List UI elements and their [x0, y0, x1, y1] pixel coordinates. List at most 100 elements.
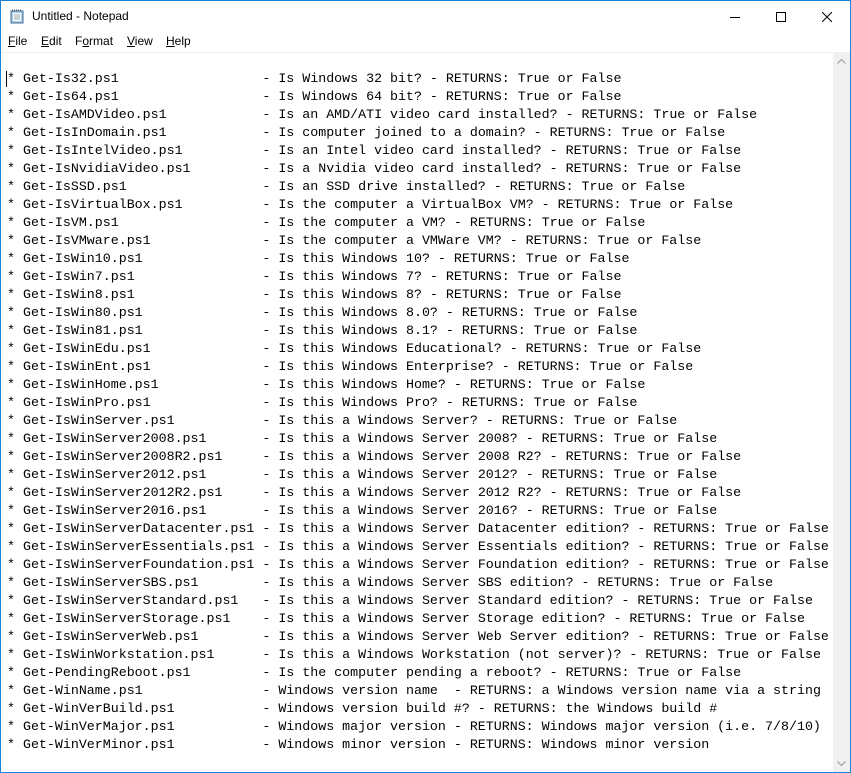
script-description: Is this a Windows Server 2008 R2? - RETU…: [278, 449, 742, 464]
line-bullet: *: [7, 719, 23, 734]
text-editor[interactable]: * Get-Is32.ps1 - Is Windows 32 bit? - RE…: [1, 53, 833, 772]
script-name: Get-IsWin7.ps1: [22, 269, 135, 284]
script-description: Is this a Windows Server 2016? - RETURNS…: [278, 503, 718, 518]
line-bullet: *: [7, 71, 23, 86]
menu-help[interactable]: Help: [166, 34, 191, 48]
text-line: * Get-IsIntelVideo.ps1 - Is an Intel vid…: [7, 142, 741, 160]
title-bar[interactable]: Untitled - Notepad: [1, 1, 850, 32]
text-line: * Get-IsWinServer2012.ps1 - Is this a Wi…: [7, 466, 717, 484]
script-description: Is this a Windows Server SBS edition? - …: [278, 575, 774, 590]
line-bullet: *: [7, 539, 23, 554]
script-description: Is this Windows Educational? - RETURNS: …: [278, 341, 702, 356]
script-name: Get-IsVirtualBox.ps1: [22, 197, 183, 212]
line-bullet: *: [7, 575, 23, 590]
line-bullet: *: [7, 593, 23, 608]
line-bullet: *: [7, 647, 23, 662]
column-padding: -: [142, 323, 279, 338]
script-description: Is an SSD drive installed? - RETURNS: Tr…: [278, 179, 686, 194]
text-line: * Get-IsVMware.ps1 - Is the computer a V…: [7, 232, 701, 250]
text-line: * Get-Is32.ps1 - Is Windows 32 bit? - RE…: [7, 70, 621, 88]
minimize-icon: [730, 16, 740, 18]
column-padding: -: [182, 143, 279, 158]
column-padding: -: [222, 485, 279, 500]
close-button[interactable]: [804, 1, 850, 32]
line-bullet: *: [7, 467, 23, 482]
scroll-down-button[interactable]: [833, 755, 850, 772]
script-name: Get-IsWin10.ps1: [22, 251, 143, 266]
column-padding: -: [150, 395, 279, 410]
line-bullet: *: [7, 233, 23, 248]
text-line: * Get-IsWinWorkstation.ps1 - Is this a W…: [7, 646, 821, 664]
script-description: Is Windows 32 bit? - RETURNS: True or Fa…: [278, 71, 622, 86]
column-padding: -: [198, 629, 279, 644]
script-description: Is an AMD/ATI video card installed? - RE…: [278, 107, 758, 122]
menu-view[interactable]: View: [127, 34, 153, 48]
script-name: Get-IsWinWorkstation.ps1: [22, 647, 215, 662]
menu-file[interactable]: File: [8, 34, 27, 48]
line-bullet: *: [7, 287, 23, 302]
maximize-button[interactable]: [758, 1, 804, 32]
column-padding: -: [206, 431, 279, 446]
script-name: Get-IsWin8.ps1: [22, 287, 135, 302]
column-padding: -: [190, 161, 279, 176]
script-description: Is the computer pending a reboot? - RETU…: [278, 665, 742, 680]
script-description: Is Windows 64 bit? - RETURNS: True or Fa…: [278, 89, 622, 104]
script-name: Get-IsWinServerSBS.ps1: [22, 575, 199, 590]
line-bullet: *: [7, 521, 23, 536]
script-name: Get-PendingReboot.ps1: [22, 665, 191, 680]
column-padding: -: [254, 539, 279, 554]
vertical-scrollbar[interactable]: [833, 53, 850, 772]
column-padding: -: [150, 233, 279, 248]
text-line: * Get-IsVM.ps1 - Is the computer a VM? -…: [7, 214, 645, 232]
line-bullet: *: [7, 269, 23, 284]
chevron-down-icon: [837, 761, 846, 766]
line-bullet: *: [7, 395, 23, 410]
line-bullet: *: [7, 683, 23, 698]
text-line: * Get-IsWinServerDatacenter.ps1 - Is thi…: [7, 520, 829, 538]
script-description: Is a Nvidia video card installed? - RETU…: [278, 161, 742, 176]
menu-edit[interactable]: Edit: [41, 34, 62, 48]
text-line: * Get-IsWin10.ps1 - Is this Windows 10? …: [7, 250, 629, 268]
minimize-button[interactable]: [712, 1, 758, 32]
script-name: Get-IsWinEnt.ps1: [22, 359, 151, 374]
script-description: Is this Windows 8? - RETURNS: True or Fa…: [278, 287, 622, 302]
column-padding: -: [230, 611, 279, 626]
line-bullet: *: [7, 215, 23, 230]
script-description: Windows major version - RETURNS: Windows…: [278, 719, 821, 734]
script-description: Is computer joined to a domain? - RETURN…: [278, 125, 726, 140]
script-name: Get-IsIntelVideo.ps1: [22, 143, 183, 158]
script-name: Get-IsWinServerStorage.ps1: [22, 611, 231, 626]
script-description: Is this a Windows Server 2012 R2? - RETU…: [278, 485, 742, 500]
line-bullet: *: [7, 629, 23, 644]
text-line: * Get-IsWinServer2016.ps1 - Is this a Wi…: [7, 502, 717, 520]
scroll-up-button[interactable]: [833, 53, 850, 70]
line-bullet: *: [7, 251, 23, 266]
column-padding: -: [158, 377, 279, 392]
text-line: * Get-IsWinServer2008.ps1 - Is this a Wi…: [7, 430, 717, 448]
text-line: * Get-IsWinPro.ps1 - Is this Windows Pro…: [7, 394, 637, 412]
script-description: Is this a Windows Workstation (not serve…: [278, 647, 821, 662]
column-padding: -: [142, 251, 279, 266]
script-name: Get-IsWinServer.ps1: [22, 413, 175, 428]
script-name: Get-IsInDomain.ps1: [22, 125, 167, 140]
text-line: * Get-IsWinServer2008R2.ps1 - Is this a …: [7, 448, 741, 466]
line-bullet: *: [7, 413, 23, 428]
script-description: Is this a Windows Server Web Server edit…: [278, 629, 829, 644]
text-line: * Get-IsWinServer.ps1 - Is this a Window…: [7, 412, 677, 430]
text-line: * Get-IsWinHome.ps1 - Is this Windows Ho…: [7, 376, 645, 394]
script-description: Is this a Windows Server Essentials edit…: [278, 539, 829, 554]
chevron-up-icon: [837, 59, 846, 64]
text-line: * Get-IsAMDVideo.ps1 - Is an AMD/ATI vid…: [7, 106, 757, 124]
column-padding: -: [214, 647, 279, 662]
column-padding: -: [166, 125, 279, 140]
text-line: * Get-IsVirtualBox.ps1 - Is the computer…: [7, 196, 733, 214]
menu-format[interactable]: Format: [75, 34, 113, 48]
column-padding: -: [166, 107, 279, 122]
text-line: * Get-IsWin8.ps1 - Is this Windows 8? - …: [7, 286, 621, 304]
script-name: Get-WinVerBuild.ps1: [22, 701, 175, 716]
script-name: Get-IsWinPro.ps1: [22, 395, 151, 410]
line-bullet: *: [7, 89, 23, 104]
line-bullet: *: [7, 503, 23, 518]
line-bullet: *: [7, 341, 23, 356]
script-description: Is this a Windows Server Standard editio…: [278, 593, 813, 608]
